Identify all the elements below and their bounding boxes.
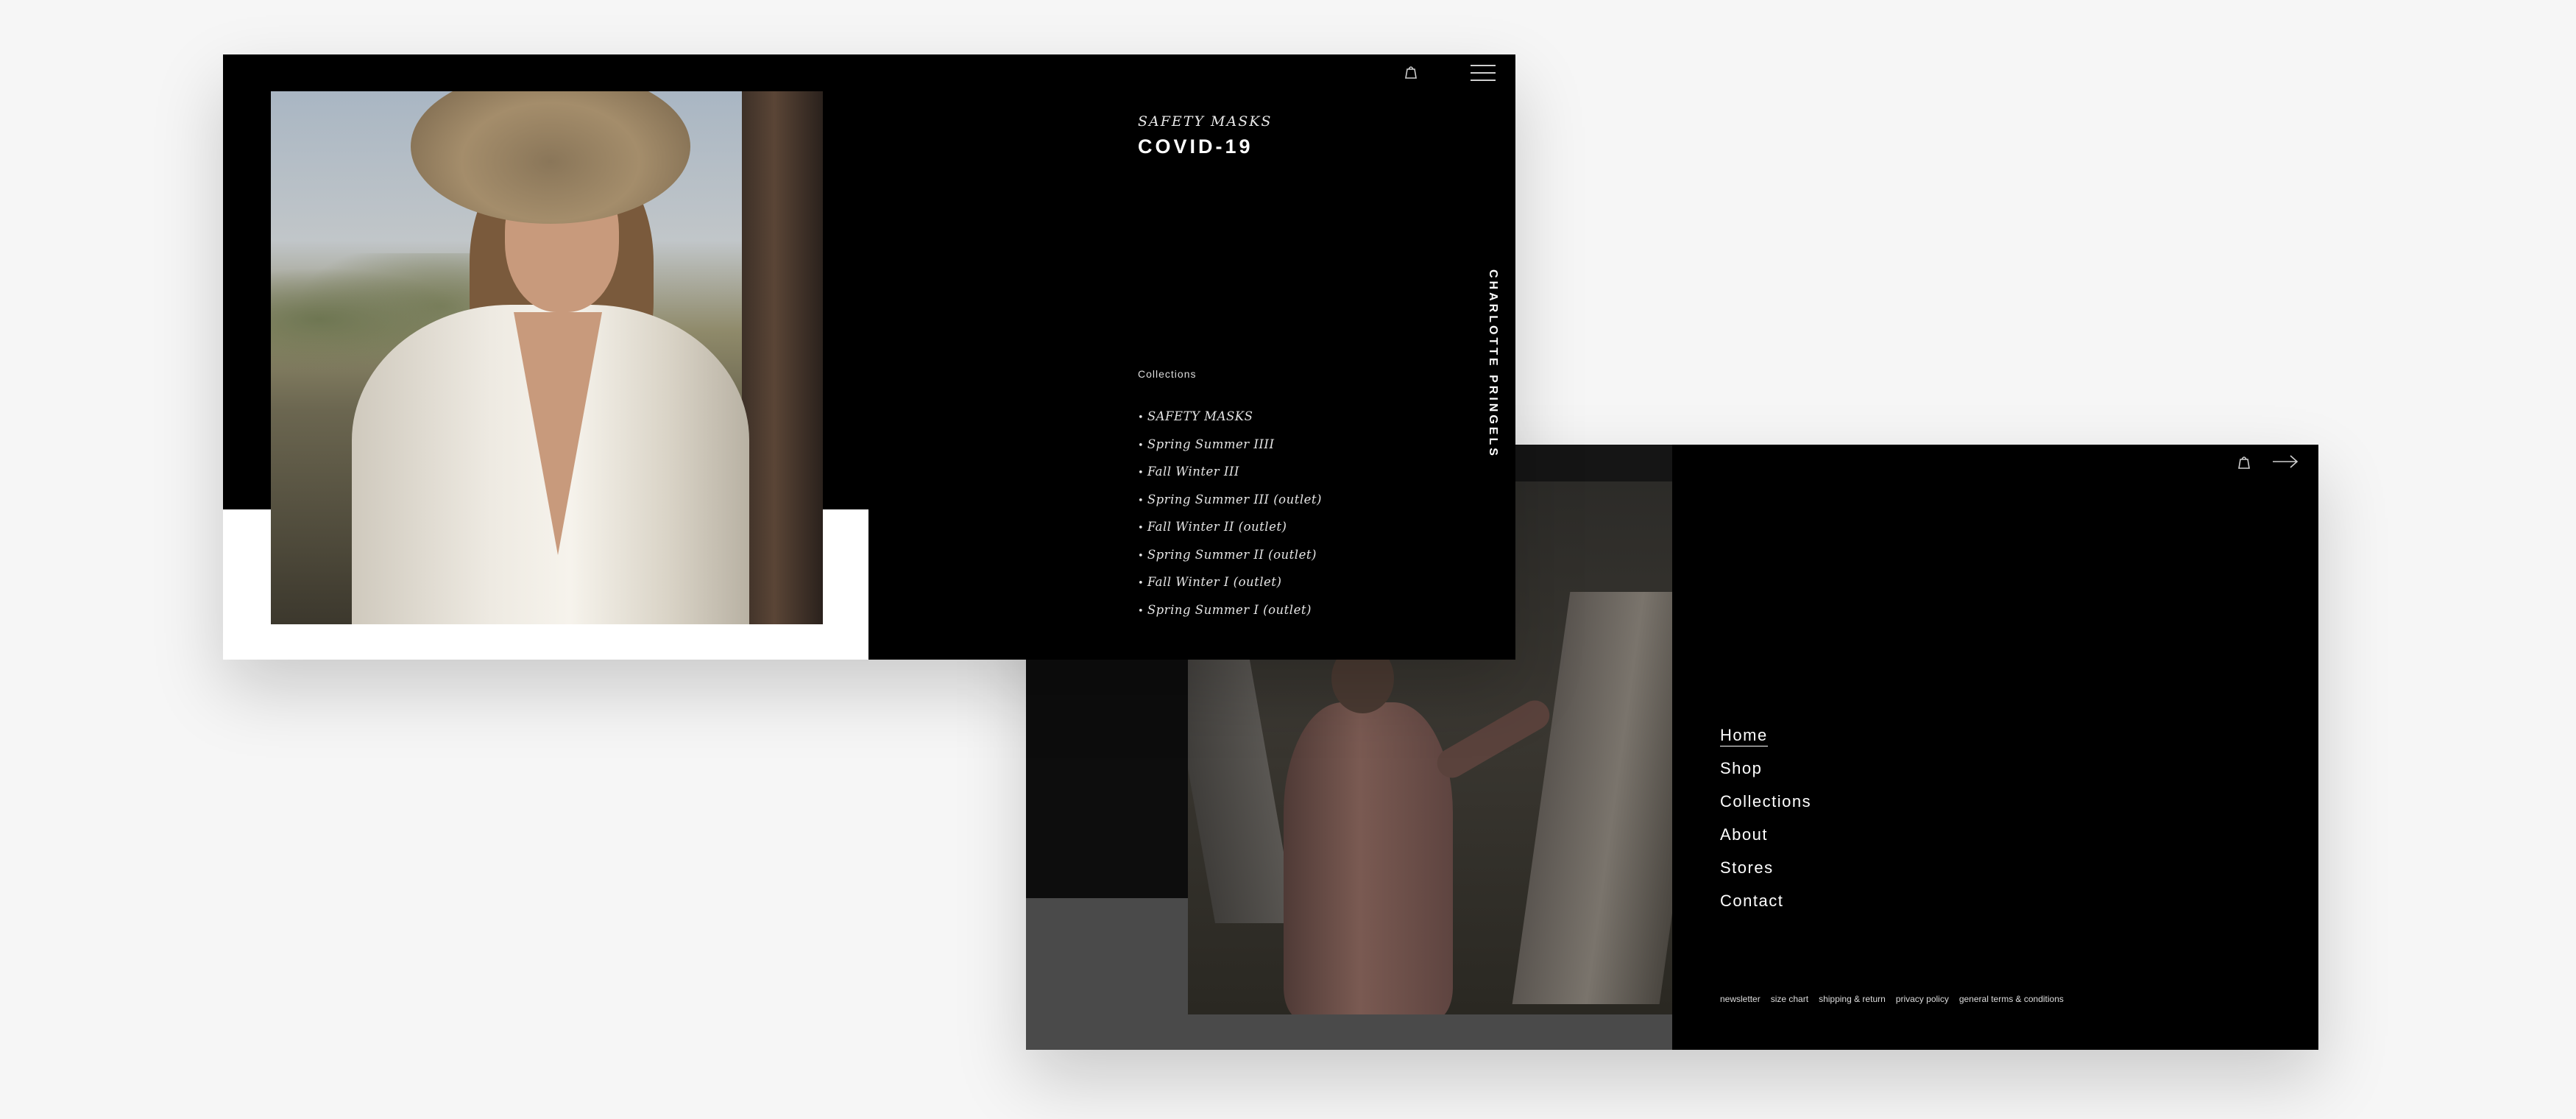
footer-links: newsletter size chart shipping & return …: [1720, 994, 2064, 1004]
nav-label: Stores: [1720, 858, 1774, 877]
arrow-right-icon[interactable]: [2272, 454, 2299, 469]
nav-item-collections[interactable]: Collections: [1720, 792, 1811, 825]
main-navigation: Home Shop Collections About Stores Conta…: [1720, 726, 1811, 925]
collections-list: SAFETY MASKS Spring Summer IIII Fall Win…: [1138, 409, 1322, 630]
nav-item-about[interactable]: About: [1720, 825, 1811, 858]
nav-item-stores[interactable]: Stores: [1720, 858, 1811, 892]
photo-straw-hat: [411, 91, 690, 224]
collection-link[interactable]: Spring Summer III (outlet): [1138, 493, 1322, 520]
photo-wooden-post: [742, 91, 823, 624]
nav-label: Shop: [1720, 759, 1763, 777]
page-title: COVID-19: [1138, 135, 1253, 158]
collections-panel: SAFETY MASKS COVID-19 Collections SAFETY…: [916, 54, 1515, 660]
collection-link[interactable]: Fall Winter III: [1138, 465, 1322, 493]
brand-name: CHARLOTTE PRINGELS: [1487, 269, 1499, 459]
photo-dress: [1284, 702, 1453, 1014]
brand-logo-vertical[interactable]: CHARLOTTE PRINGELS: [1474, 269, 1504, 512]
footer-link-privacy-policy[interactable]: privacy policy: [1896, 994, 1949, 1004]
nav-label: Home: [1720, 726, 1768, 746]
nav-item-contact[interactable]: Contact: [1720, 892, 1811, 925]
collection-link[interactable]: SAFETY MASKS: [1138, 409, 1322, 437]
collection-link[interactable]: Fall Winter II (outlet): [1138, 520, 1322, 548]
photo-neckline: [514, 312, 602, 555]
collection-link[interactable]: Spring Summer IIII: [1138, 437, 1322, 465]
nav-label: Contact: [1720, 892, 1784, 910]
footer-link-shipping-return[interactable]: shipping & return: [1819, 994, 1886, 1004]
photo-drape-right: [1512, 592, 1672, 1004]
nav-label: About: [1720, 825, 1768, 844]
collections-heading: Collections: [1138, 368, 1197, 380]
nav-label: Collections: [1720, 792, 1812, 811]
footer-link-size-chart[interactable]: size chart: [1771, 994, 1808, 1004]
photo-arm: [1432, 695, 1555, 783]
footer-link-terms[interactable]: general terms & conditions: [1959, 994, 2064, 1004]
collection-link[interactable]: Spring Summer II (outlet): [1138, 548, 1322, 576]
collection-link[interactable]: Fall Winter I (outlet): [1138, 575, 1322, 603]
footer-link-newsletter[interactable]: newsletter: [1720, 994, 1761, 1004]
hamburger-menu-icon[interactable]: [1471, 63, 1496, 82]
nav-item-home[interactable]: Home: [1720, 726, 1811, 759]
shopping-bag-icon[interactable]: [2236, 453, 2252, 470]
photo-drape-left: [1188, 614, 1297, 923]
page-kicker: SAFETY MASKS: [1138, 113, 1273, 130]
collections-screen: SAFETY MASKS COVID-19 Collections SAFETY…: [223, 54, 1515, 660]
shopping-bag-icon[interactable]: [1403, 63, 1419, 80]
hero-photo-woman-in-hat: [271, 91, 823, 624]
nav-item-shop[interactable]: Shop: [1720, 759, 1811, 792]
collection-link[interactable]: Spring Summer I (outlet): [1138, 603, 1322, 631]
